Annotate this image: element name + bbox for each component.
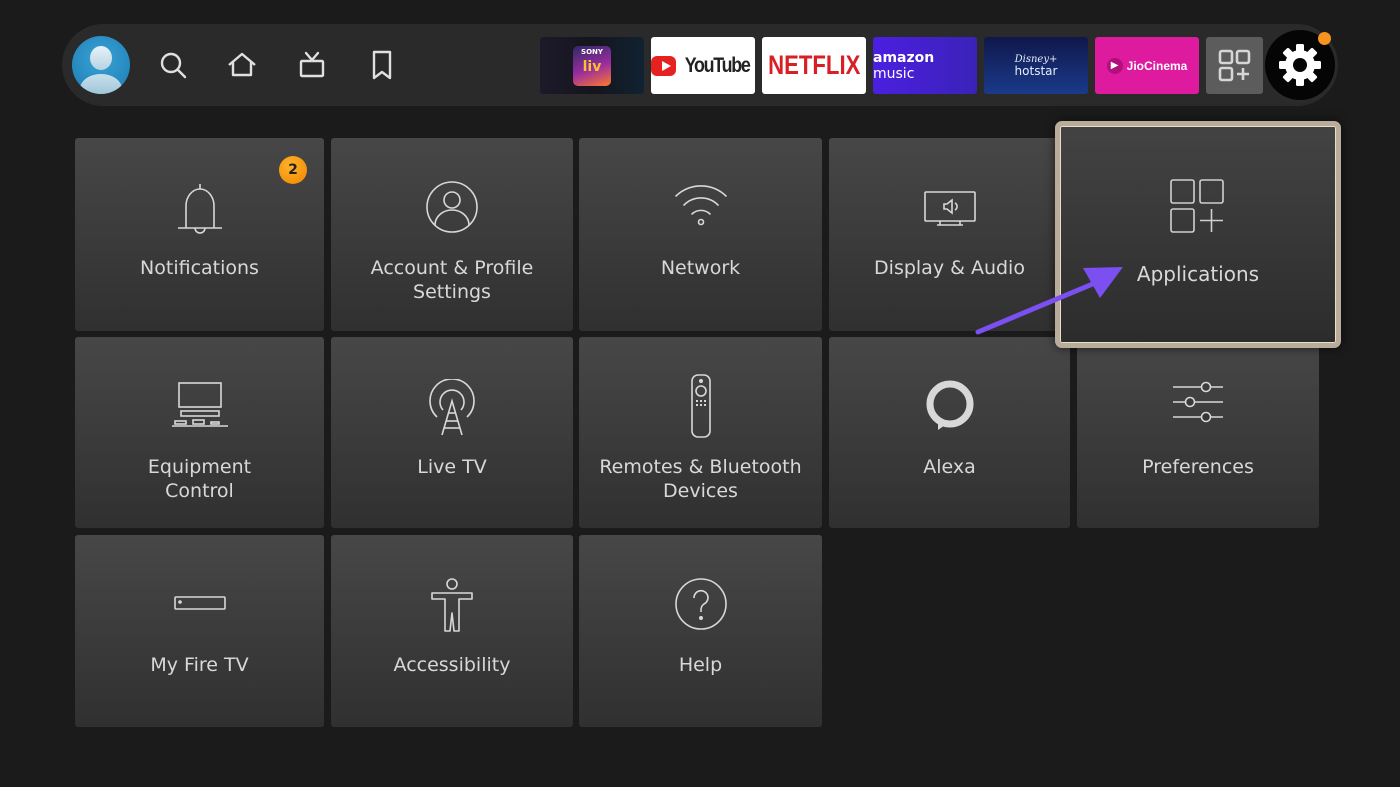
tile-label: Preferences xyxy=(1142,456,1254,478)
amazon-word: amazon xyxy=(873,49,935,66)
tile-remotes-bluetooth[interactable]: Remotes & Bluetooth Devices xyxy=(579,337,822,528)
netflix-label: NETFLIX xyxy=(767,50,861,80)
music-word: music xyxy=(873,65,915,82)
amazon-music-label: amazon music xyxy=(873,50,977,82)
remote-icon xyxy=(689,373,713,443)
sliders-icon xyxy=(1171,379,1225,429)
disney-label: Disney+ xyxy=(1014,53,1058,65)
app-tile-youtube[interactable]: YouTube xyxy=(651,37,755,94)
profile-avatar[interactable] xyxy=(72,36,130,94)
tile-live-tv[interactable]: Live TV xyxy=(331,337,573,528)
tile-label: Applications xyxy=(1136,262,1260,286)
antenna-icon xyxy=(425,378,479,441)
tile-label: Remotes & Bluetooth Devices xyxy=(599,456,802,502)
apps-grid-icon xyxy=(1218,49,1250,81)
notification-count-badge: 2 xyxy=(279,156,307,184)
tile-label: Equipment Control xyxy=(147,456,252,502)
settings-notification-dot xyxy=(1318,32,1331,45)
bookmark-icon[interactable] xyxy=(365,48,399,82)
tile-alexa[interactable]: Alexa xyxy=(829,337,1070,528)
app-tile-sonyliv[interactable]: SONY liv xyxy=(540,37,644,94)
hotstar-label: hotstar xyxy=(1014,63,1058,78)
tile-accessibility[interactable]: Accessibility xyxy=(331,535,573,727)
tile-notifications[interactable]: Notifications 2 xyxy=(75,138,324,331)
tile-label: Alexa xyxy=(923,456,976,478)
sonyliv-logo: SONY liv xyxy=(573,45,611,86)
tile-display-audio[interactable]: Display & Audio xyxy=(829,138,1070,331)
avatar-body xyxy=(80,74,122,94)
top-navigation-bar: SONY liv YouTube NETFLIX amazon music Di… xyxy=(62,24,1338,106)
tile-label-text: Account & Profile Settings xyxy=(370,257,534,303)
accessibility-icon xyxy=(430,577,474,637)
tile-label: Display & Audio xyxy=(874,257,1025,279)
app-tile-hotstar[interactable]: Disney+ hotstar xyxy=(984,37,1088,94)
jiocinema-icon: ▶ xyxy=(1106,57,1123,74)
tile-label: Notifications xyxy=(140,257,259,279)
tile-label: Live TV xyxy=(417,456,487,478)
sonyliv-liv: liv xyxy=(582,58,602,75)
wifi-icon xyxy=(673,180,729,234)
tile-network[interactable]: Network xyxy=(579,138,822,331)
app-tile-amazon-music[interactable]: amazon music xyxy=(873,37,977,94)
all-apps-button[interactable] xyxy=(1206,37,1263,94)
youtube-play-icon xyxy=(651,55,676,76)
tile-account-profile-settings[interactable]: Account & Profile Settings xyxy=(331,138,573,331)
youtube-label: YouTube xyxy=(684,53,750,77)
sonyliv-brand: SONY xyxy=(581,47,603,56)
app-tile-netflix[interactable]: NETFLIX xyxy=(762,37,866,94)
app-tile-jiocinema[interactable]: ▶ JioCinema xyxy=(1095,37,1199,94)
account-icon xyxy=(425,180,479,238)
tile-label: My Fire TV xyxy=(150,654,249,676)
fire-tv-device-icon xyxy=(173,577,227,631)
jiocinema-label: JioCinema xyxy=(1126,58,1188,73)
search-icon[interactable] xyxy=(156,48,190,82)
equipment-icon xyxy=(171,379,229,433)
tile-label: Network xyxy=(660,257,741,279)
help-icon xyxy=(674,577,728,635)
bell-icon xyxy=(175,180,225,240)
tile-label: Accessibility xyxy=(393,654,511,676)
live-tv-icon[interactable] xyxy=(295,48,329,82)
tile-applications[interactable]: Applications xyxy=(1055,121,1341,348)
tile-help[interactable]: Help xyxy=(579,535,822,727)
alexa-icon xyxy=(924,379,976,437)
display-audio-icon xyxy=(923,180,977,234)
avatar-head xyxy=(90,46,112,70)
home-icon[interactable] xyxy=(225,48,259,82)
tile-label: Account & Profile Settings xyxy=(331,256,573,304)
apps-icon xyxy=(1169,178,1227,240)
tile-label: Help xyxy=(678,654,723,676)
tile-my-fire-tv[interactable]: My Fire TV xyxy=(75,535,324,727)
gear-icon xyxy=(1279,44,1321,86)
tile-equipment-control[interactable]: Equipment Control xyxy=(75,337,324,528)
tile-preferences[interactable]: Preferences xyxy=(1077,337,1319,528)
